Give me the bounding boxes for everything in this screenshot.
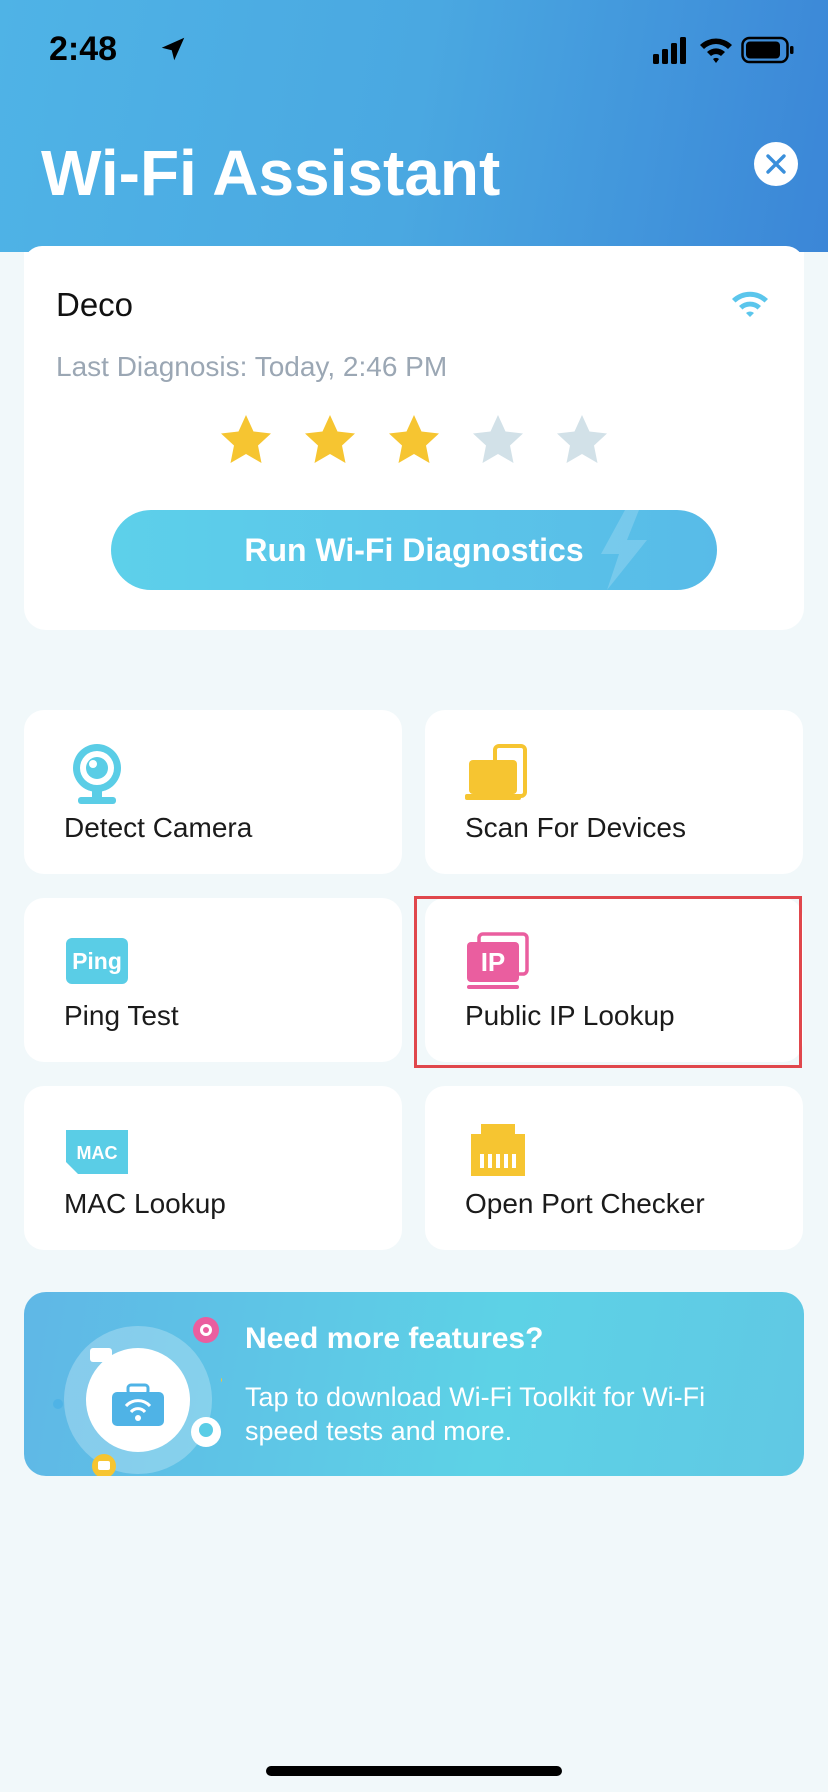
star-filled-icon: [305, 415, 355, 463]
ip-icon: IP: [467, 932, 529, 989]
mac-icon-text: MAC: [77, 1143, 118, 1163]
star-empty-icon: [473, 415, 523, 463]
wifi-signal-icon: [732, 291, 768, 317]
tile-label: Scan For Devices: [465, 812, 686, 843]
location-arrow-icon: [161, 37, 185, 61]
tile-label: Public IP Lookup: [465, 1000, 675, 1031]
banner-subtitle: Tap to download Wi-Fi Toolkit for Wi-Fi …: [245, 1382, 706, 1446]
open-port-checker-tile[interactable]: Open Port Checker: [425, 1086, 803, 1250]
close-icon: [766, 154, 786, 174]
network-name: Deco: [56, 286, 134, 323]
battery-icon: [741, 36, 794, 64]
cellular-signal-icon: [653, 37, 686, 64]
last-diagnosis-text: Last Diagnosis: Today, 2:46 PM: [56, 351, 448, 382]
run-diagnostics-button[interactable]: Run Wi-Fi Diagnostics: [111, 510, 717, 590]
devices-icon: [465, 744, 527, 800]
mac-icon: MAC: [66, 1130, 128, 1174]
tile-label: Ping Test: [64, 1000, 179, 1031]
star-filled-icon: [389, 415, 439, 463]
home-indicator[interactable]: [266, 1766, 562, 1776]
tile-label: Open Port Checker: [465, 1188, 705, 1219]
ping-icon: Ping: [66, 938, 128, 984]
ip-icon-text: IP: [481, 947, 506, 977]
public-ip-lookup-tile[interactable]: IP Public IP Lookup: [425, 898, 803, 1062]
tile-label: MAC Lookup: [64, 1188, 226, 1219]
lightning-bolt-icon: [601, 510, 647, 590]
detect-camera-tile[interactable]: Detect Camera: [24, 710, 402, 874]
mac-lookup-tile[interactable]: MAC MAC Lookup: [24, 1086, 402, 1250]
banner-title: Need more features?: [245, 1322, 544, 1355]
star-filled-icon: [221, 415, 271, 463]
run-diagnostics-label: Run Wi-Fi Diagnostics: [244, 531, 584, 568]
wifi-status-icon: [700, 38, 732, 63]
wifi-toolkit-banner[interactable]: Need more features? Tap to download Wi-F…: [24, 1292, 804, 1476]
page-title: Wi-Fi Assistant: [41, 137, 501, 209]
header: 2:48 Wi-Fi Assistant: [0, 0, 828, 252]
ping-icon-text: Ping: [72, 948, 122, 974]
ping-test-tile[interactable]: Ping Ping Test: [24, 898, 402, 1062]
close-button[interactable]: [754, 142, 798, 186]
rating-stars: [218, 412, 610, 468]
tile-label: Detect Camera: [64, 812, 253, 843]
star-empty-icon: [557, 415, 607, 463]
status-time: 2:48: [49, 30, 118, 68]
toolkit-illustration-icon: [53, 1317, 222, 1476]
network-card: Deco Last Diagnosis: Today, 2:46 PM Run …: [24, 252, 804, 630]
scan-devices-tile[interactable]: Scan For Devices: [425, 710, 803, 874]
ethernet-port-icon: [471, 1124, 525, 1176]
camera-icon: [73, 744, 121, 804]
